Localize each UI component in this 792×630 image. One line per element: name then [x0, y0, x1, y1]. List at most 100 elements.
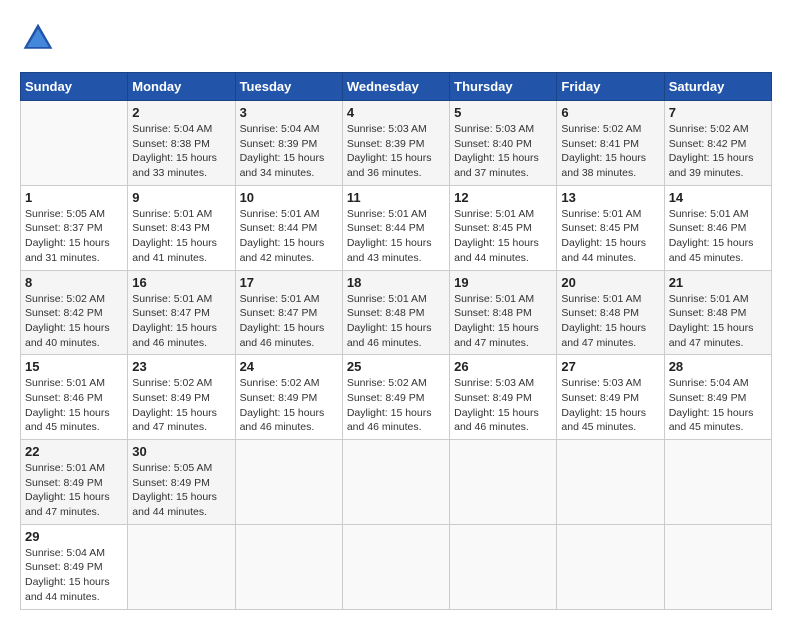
- calendar-table: SundayMondayTuesdayWednesdayThursdayFrid…: [20, 72, 772, 610]
- calendar-cell: 4Sunrise: 5:03 AM Sunset: 8:39 PM Daylig…: [342, 101, 449, 186]
- day-info: Sunrise: 5:01 AM Sunset: 8:48 PM Dayligh…: [454, 292, 552, 351]
- calendar-cell: 20 Sunrise: 5:01 AM Sunset: 8:48 PM Dayli…: [557, 270, 664, 355]
- day-number: 19: [454, 275, 552, 290]
- day-number: 5: [454, 105, 552, 120]
- calendar-cell: 23 Sunrise: 5:02 AM Sunset: 8:49 PM Dayli…: [128, 355, 235, 440]
- day-number: 28: [669, 359, 767, 374]
- calendar-week-row: 15 Sunrise: 5:01 AM Sunset: 8:46 PM Dayli…: [21, 355, 772, 440]
- calendar-cell: [21, 101, 128, 186]
- day-number: 29: [25, 529, 123, 544]
- day-of-week-header: Tuesday: [235, 73, 342, 101]
- day-number: 16: [132, 275, 230, 290]
- day-number: 23: [132, 359, 230, 374]
- calendar-cell: 19 Sunrise: 5:01 AM Sunset: 8:48 PM Dayli…: [450, 270, 557, 355]
- calendar-cell: 5 Sunrise: 5:03 AM Sunset: 8:40 PM Daylig…: [450, 101, 557, 186]
- calendar-cell: 24 Sunrise: 5:02 AM Sunset: 8:49 PM Dayli…: [235, 355, 342, 440]
- calendar-cell: 27Sunrise: 5:03 AM Sunset: 8:49 PM Dayli…: [557, 355, 664, 440]
- calendar-cell: 26 Sunrise: 5:03 AM Sunset: 8:49 PM Dayli…: [450, 355, 557, 440]
- day-info: Sunrise: 5:01 AM Sunset: 8:44 PM Dayligh…: [240, 207, 338, 266]
- day-number: 3: [240, 105, 338, 120]
- day-info: Sunrise: 5:01 AM Sunset: 8:48 PM Dayligh…: [561, 292, 659, 351]
- page-header: [20, 20, 772, 56]
- day-info: Sunrise: 5:02 AM Sunset: 8:49 PM Dayligh…: [240, 376, 338, 435]
- day-number: 1: [25, 190, 123, 205]
- calendar-cell: 1 Sunrise: 5:05 AM Sunset: 8:37 PM Daylig…: [21, 185, 128, 270]
- calendar-cell: 11 Sunrise: 5:01 AM Sunset: 8:44 PM Dayli…: [342, 185, 449, 270]
- calendar-cell: 21Sunrise: 5:01 AM Sunset: 8:48 PM Dayli…: [664, 270, 771, 355]
- day-info: Sunrise: 5:02 AM Sunset: 8:49 PM Dayligh…: [347, 376, 445, 435]
- calendar-cell: 12 Sunrise: 5:01 AM Sunset: 8:45 PM Dayli…: [450, 185, 557, 270]
- day-info: Sunrise: 5:01 AM Sunset: 8:43 PM Dayligh…: [132, 207, 230, 266]
- day-number: 20: [561, 275, 659, 290]
- day-number: 24: [240, 359, 338, 374]
- calendar-cell: 16 Sunrise: 5:01 AM Sunset: 8:47 PM Dayli…: [128, 270, 235, 355]
- day-number: 15: [25, 359, 123, 374]
- calendar-cell: 15 Sunrise: 5:01 AM Sunset: 8:46 PM Dayli…: [21, 355, 128, 440]
- calendar-cell: 10Sunrise: 5:01 AM Sunset: 8:44 PM Dayli…: [235, 185, 342, 270]
- day-info: Sunrise: 5:02 AM Sunset: 8:49 PM Dayligh…: [132, 376, 230, 435]
- calendar-cell: 9 Sunrise: 5:01 AM Sunset: 8:43 PM Daylig…: [128, 185, 235, 270]
- day-number: 25: [347, 359, 445, 374]
- day-info: Sunrise: 5:05 AM Sunset: 8:37 PM Dayligh…: [25, 207, 123, 266]
- day-number: 2: [132, 105, 230, 120]
- day-number: 22: [25, 444, 123, 459]
- day-info: Sunrise: 5:03 AM Sunset: 8:49 PM Dayligh…: [454, 376, 552, 435]
- day-info: Sunrise: 5:04 AM Sunset: 8:39 PM Dayligh…: [240, 122, 338, 181]
- day-info: Sunrise: 5:03 AM Sunset: 8:49 PM Dayligh…: [561, 376, 659, 435]
- day-info: Sunrise: 5:03 AM Sunset: 8:39 PM Dayligh…: [347, 122, 445, 181]
- calendar-cell: [557, 440, 664, 525]
- day-info: Sunrise: 5:01 AM Sunset: 8:45 PM Dayligh…: [454, 207, 552, 266]
- calendar-week-row: 2 Sunrise: 5:04 AM Sunset: 8:38 PM Daylig…: [21, 101, 772, 186]
- day-of-week-header: Monday: [128, 73, 235, 101]
- calendar-week-row: 1 Sunrise: 5:05 AM Sunset: 8:37 PM Daylig…: [21, 185, 772, 270]
- day-info: Sunrise: 5:01 AM Sunset: 8:45 PM Dayligh…: [561, 207, 659, 266]
- calendar-cell: 18 Sunrise: 5:01 AM Sunset: 8:48 PM Dayli…: [342, 270, 449, 355]
- generalblue-logo-icon: [20, 20, 56, 56]
- calendar-cell: 25 Sunrise: 5:02 AM Sunset: 8:49 PM Dayli…: [342, 355, 449, 440]
- day-number: 17: [240, 275, 338, 290]
- calendar-cell: [235, 524, 342, 609]
- day-info: Sunrise: 5:01 AM Sunset: 8:46 PM Dayligh…: [25, 376, 123, 435]
- day-info: Sunrise: 5:01 AM Sunset: 8:46 PM Dayligh…: [669, 207, 767, 266]
- day-number: 26: [454, 359, 552, 374]
- calendar-cell: 7 Sunrise: 5:02 AM Sunset: 8:42 PM Daylig…: [664, 101, 771, 186]
- day-info: Sunrise: 5:01 AM Sunset: 8:48 PM Dayligh…: [347, 292, 445, 351]
- day-info: Sunrise: 5:02 AM Sunset: 8:42 PM Dayligh…: [25, 292, 123, 351]
- calendar-cell: 17 Sunrise: 5:01 AM Sunset: 8:47 PM Dayli…: [235, 270, 342, 355]
- day-number: 18: [347, 275, 445, 290]
- day-number: 7: [669, 105, 767, 120]
- calendar-cell: [235, 440, 342, 525]
- day-of-week-header: Thursday: [450, 73, 557, 101]
- day-number: 8: [25, 275, 123, 290]
- day-number: 6: [561, 105, 659, 120]
- calendar-cell: [342, 440, 449, 525]
- calendar-cell: 22Sunrise: 5:01 AM Sunset: 8:49 PM Dayli…: [21, 440, 128, 525]
- calendar-cell: [664, 440, 771, 525]
- day-info: Sunrise: 5:01 AM Sunset: 8:47 PM Dayligh…: [240, 292, 338, 351]
- day-number: 9: [132, 190, 230, 205]
- calendar-cell: [664, 524, 771, 609]
- calendar-week-row: 8 Sunrise: 5:02 AM Sunset: 8:42 PM Daylig…: [21, 270, 772, 355]
- day-number: 30: [132, 444, 230, 459]
- day-number: 21: [669, 275, 767, 290]
- day-info: Sunrise: 5:01 AM Sunset: 8:47 PM Dayligh…: [132, 292, 230, 351]
- calendar-cell: [450, 440, 557, 525]
- calendar-cell: 28 Sunrise: 5:04 AM Sunset: 8:49 PM Dayli…: [664, 355, 771, 440]
- calendar-cell: 6Sunrise: 5:02 AM Sunset: 8:41 PM Daylig…: [557, 101, 664, 186]
- day-info: Sunrise: 5:01 AM Sunset: 8:44 PM Dayligh…: [347, 207, 445, 266]
- day-info: Sunrise: 5:04 AM Sunset: 8:38 PM Dayligh…: [132, 122, 230, 181]
- calendar-cell: 8 Sunrise: 5:02 AM Sunset: 8:42 PM Daylig…: [21, 270, 128, 355]
- day-info: Sunrise: 5:04 AM Sunset: 8:49 PM Dayligh…: [669, 376, 767, 435]
- calendar-cell: [450, 524, 557, 609]
- calendar-header-row: SundayMondayTuesdayWednesdayThursdayFrid…: [21, 73, 772, 101]
- calendar-cell: 3 Sunrise: 5:04 AM Sunset: 8:39 PM Daylig…: [235, 101, 342, 186]
- day-info: Sunrise: 5:03 AM Sunset: 8:40 PM Dayligh…: [454, 122, 552, 181]
- day-info: Sunrise: 5:05 AM Sunset: 8:49 PM Dayligh…: [132, 461, 230, 520]
- day-of-week-header: Saturday: [664, 73, 771, 101]
- calendar-cell: 29 Sunrise: 5:04 AM Sunset: 8:49 PM Dayli…: [21, 524, 128, 609]
- day-number: 12: [454, 190, 552, 205]
- day-info: Sunrise: 5:02 AM Sunset: 8:42 PM Dayligh…: [669, 122, 767, 181]
- calendar-week-row: 22Sunrise: 5:01 AM Sunset: 8:49 PM Dayli…: [21, 440, 772, 525]
- day-number: 11: [347, 190, 445, 205]
- day-info: Sunrise: 5:04 AM Sunset: 8:49 PM Dayligh…: [25, 546, 123, 605]
